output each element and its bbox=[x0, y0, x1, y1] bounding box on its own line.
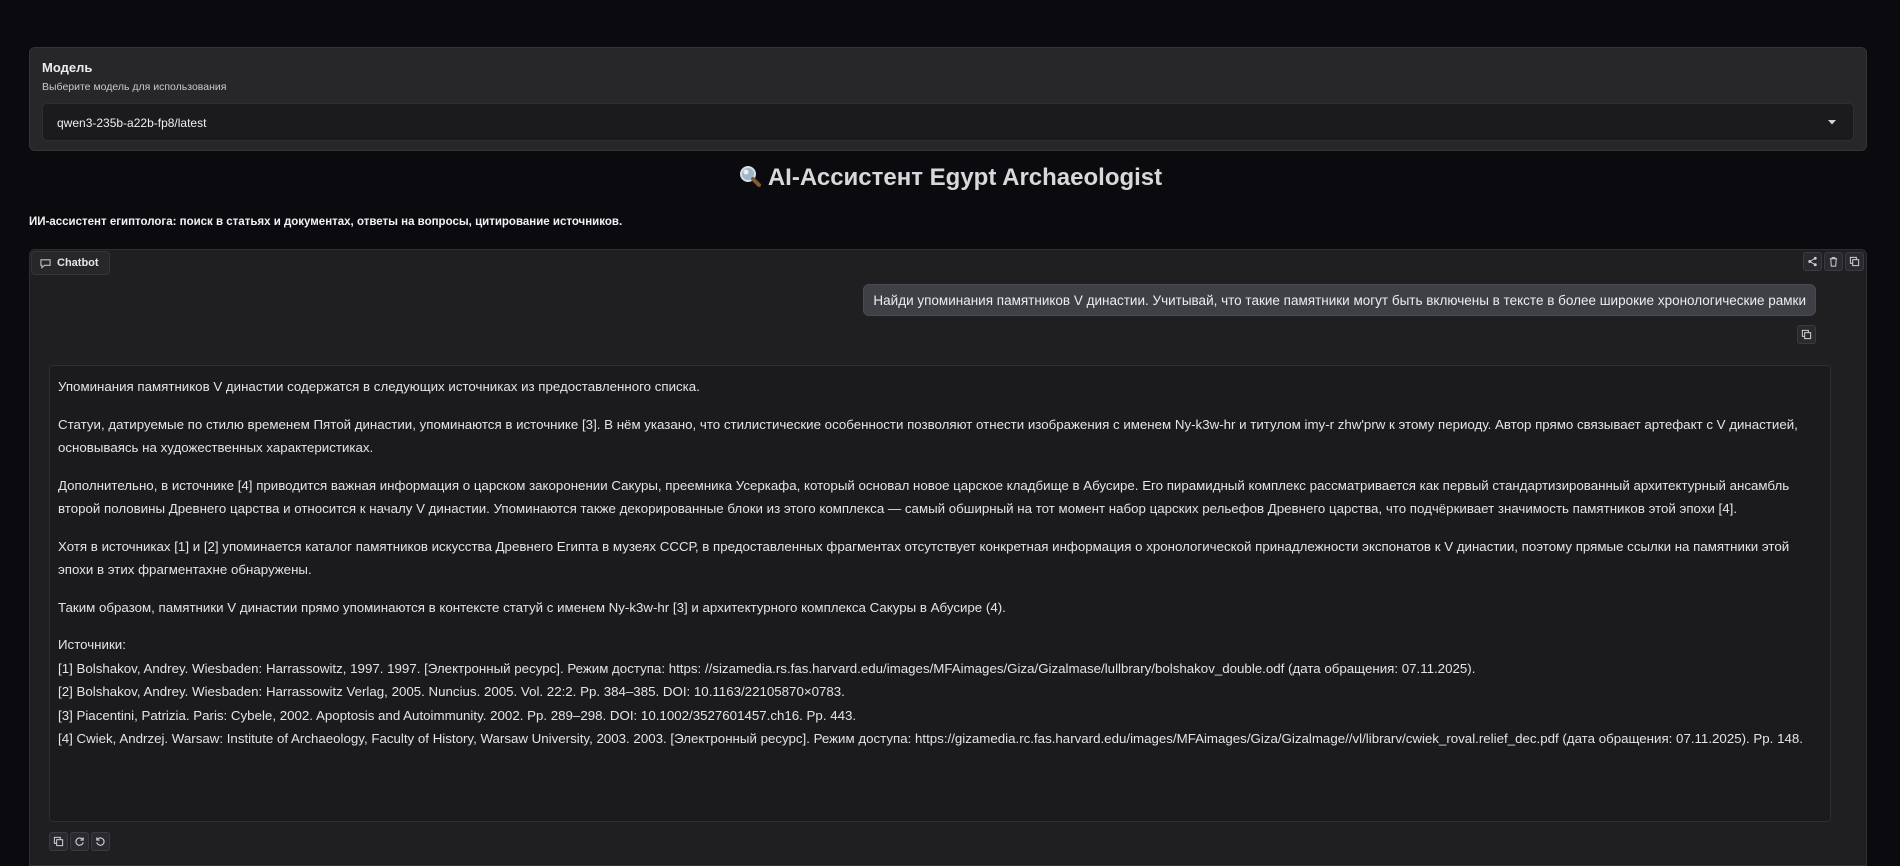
model-selected-value[interactable]: qwen3-235b-a22b-fp8/latest bbox=[57, 116, 206, 130]
page-title-text: AI-Ассистент Egypt Archaeologist bbox=[767, 164, 1163, 191]
magnifying-glass-icon bbox=[739, 166, 761, 187]
bot-message: Упоминания памятников V династии содержа… bbox=[49, 365, 1831, 822]
user-message: Найди упоминания памятников V династии. … bbox=[863, 284, 1816, 316]
copy-response-button[interactable] bbox=[49, 832, 68, 851]
model-dropdown[interactable]: qwen3-235b-a22b-fp8/latest bbox=[42, 103, 1854, 141]
undo-icon bbox=[96, 837, 105, 846]
share-icon bbox=[1808, 256, 1817, 267]
sources-title: Источники: bbox=[58, 637, 126, 652]
bot-message-actions bbox=[49, 832, 110, 851]
chat-icon bbox=[40, 258, 51, 269]
source-item: [2] Bolshakov, Andrey. Wiesbaden: Harras… bbox=[58, 684, 845, 699]
copy-icon bbox=[53, 836, 64, 847]
chatbot-panel: Chatbot Найди упоминания памятников V ди… bbox=[29, 249, 1867, 866]
source-item: [1] Bolshakov, Andrey. Wiesbaden: Harras… bbox=[58, 660, 1476, 676]
chatbot-label: Chatbot bbox=[31, 251, 110, 275]
copy-all-button[interactable] bbox=[1845, 252, 1864, 271]
page-title: AI-Ассистент Egypt Archaeologist bbox=[0, 164, 1900, 192]
bot-paragraph: Упоминания памятников V династии содержа… bbox=[58, 379, 700, 394]
sources-list: Источники: [1] Bolshakov, Andrey. Wiesba… bbox=[58, 633, 1822, 751]
bot-paragraph: Статуи, датируемые по стилю временем Пят… bbox=[58, 416, 1798, 456]
chatbot-toolbar bbox=[1803, 252, 1864, 271]
trash-icon bbox=[1829, 257, 1838, 267]
model-panel: Модель Выберите модель для использования… bbox=[29, 47, 1867, 151]
chevron-down-icon[interactable] bbox=[1825, 115, 1839, 129]
copy-message-button[interactable] bbox=[1797, 325, 1816, 344]
share-button[interactable] bbox=[1803, 252, 1822, 271]
clear-button[interactable] bbox=[1824, 252, 1843, 271]
model-info: Выберите модель для использования bbox=[42, 81, 227, 93]
app-description: ИИ-ассистент египтолога: поиск в статьях… bbox=[29, 216, 623, 228]
undo-button[interactable] bbox=[91, 832, 110, 851]
retry-icon bbox=[75, 837, 84, 846]
chatbot-label-text: Chatbot bbox=[57, 257, 99, 269]
bot-paragraph: Хотя в источниках [1] и [2] упоминается … bbox=[58, 538, 1790, 578]
bot-paragraph: Дополнительно, в источнике [4] приводитс… bbox=[58, 477, 1790, 517]
copy-icon bbox=[1801, 329, 1812, 340]
bot-paragraph: Таким образом, памятники V династии прям… bbox=[58, 599, 1006, 615]
copy-icon bbox=[1849, 256, 1860, 267]
retry-button[interactable] bbox=[70, 832, 89, 851]
source-item: [4] Cwiek, Andrzej. Warsaw: Institute of… bbox=[58, 731, 1803, 746]
source-item: [3] Piacentini, Patrizia. Paris: Cybele,… bbox=[58, 707, 857, 723]
model-label: Модель bbox=[42, 60, 93, 75]
